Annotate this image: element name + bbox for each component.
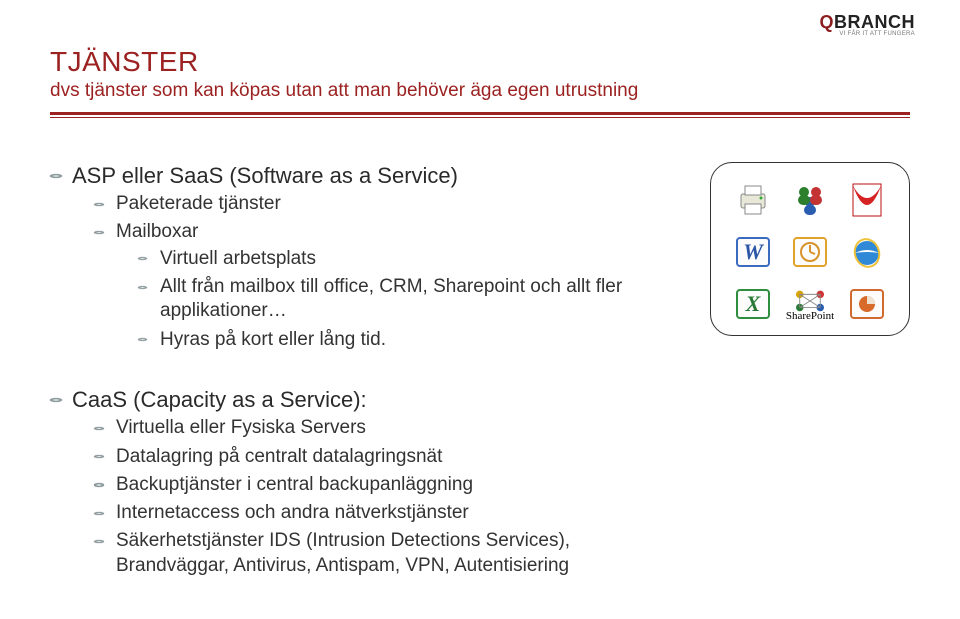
list-item: Virtuell arbetsplats (138, 247, 660, 271)
powerpoint-icon (846, 283, 888, 325)
brand-logo: QBRANCH VI FÅR IT ATT FUNGERA (819, 12, 915, 37)
list-item: Paketerade tjänster (94, 192, 660, 216)
caas-items: Virtuella eller Fysiska Servers Datalagr… (94, 416, 660, 578)
ie-icon (846, 231, 888, 273)
excel-icon: X (732, 283, 774, 325)
list-item: Backuptjänster i central backupanläggnin… (94, 473, 660, 497)
asp-heading: ASP eller SaaS (Software as a Service) P… (50, 162, 660, 352)
outlook-icon (789, 231, 831, 273)
list-item: Hyras på kort eller lång tid. (138, 328, 660, 352)
section-asp: ASP eller SaaS (Software as a Service) P… (50, 162, 660, 352)
asp-items: Paketerade tjänster Mailboxar Virtuell a… (94, 192, 660, 352)
page-subtitle: dvs tjänster som kan köpas utan att man … (50, 80, 910, 102)
list-item: Mailboxar Virtuell arbetsplats Allt från… (94, 220, 660, 352)
list-item: Datalagring på centralt datalagringsnät (94, 445, 660, 469)
acrobat-icon (846, 179, 888, 221)
app-icon-card: W X SharePoint (710, 162, 910, 336)
svg-text:X: X (745, 291, 762, 316)
list-item: Allt från mailbox till office, CRM, Shar… (138, 275, 660, 324)
sharepoint-label: SharePoint (786, 310, 834, 322)
brand-name: QBRANCH (819, 12, 915, 33)
list-item: Säkerhetstjänster IDS (Intrusion Detecti… (94, 529, 660, 578)
slide: QBRANCH VI FÅR IT ATT FUNGERA TJÄNSTER d… (0, 0, 960, 619)
caas-heading: CaaS (Capacity as a Service): Virtuella … (50, 386, 660, 578)
brand-q: Q (819, 12, 834, 32)
svg-text:W: W (744, 239, 765, 264)
sharepoint-icon: SharePoint (789, 283, 831, 325)
printer-icon (732, 179, 774, 221)
brand-branch: BRANCH (834, 12, 915, 32)
page-title: TJÄNSTER (50, 46, 910, 78)
word-icon: W (732, 231, 774, 273)
title-divider (50, 112, 910, 118)
section-caas: CaaS (Capacity as a Service): Virtuella … (50, 386, 660, 578)
list-item: Internetaccess och andra nätverkstjänste… (94, 501, 660, 525)
list-item: Virtuella eller Fysiska Servers (94, 416, 660, 440)
users-icon (789, 179, 831, 221)
text-column: ASP eller SaaS (Software as a Service) P… (50, 162, 680, 584)
